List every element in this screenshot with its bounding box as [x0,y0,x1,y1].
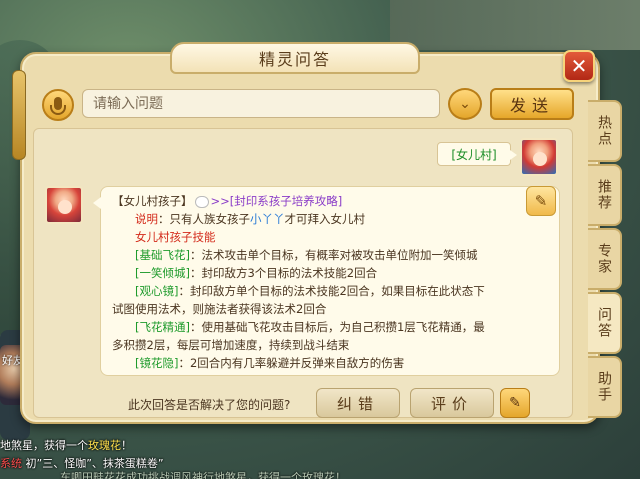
panel-title-tab: 精灵问答 [170,42,420,74]
skill-line-cont: 多积攒2层，每层可增加速度，持续到战斗结束 [112,338,350,352]
question-input[interactable] [82,89,440,118]
microphone-icon [50,96,66,115]
tab-assistant[interactable]: 助手 [588,356,622,418]
send-button[interactable]: 发送 [490,88,574,120]
guide-link[interactable]: >>[封印系孩子培养攻略] [211,194,343,208]
tab-recommend[interactable]: 推荐 [588,164,622,226]
chat-line: 地煞星，获得一个玫瑰花！ [0,439,132,452]
chat-line: 车唧田畦花花成功挑战调风神行地煞星，获得一个玫瑰花！ [60,471,346,479]
skill-line: [飞花精通]：使用基础飞花攻击目标后，为自己积攒1层飞花精通，最 [135,320,485,334]
skill-line: [基础飞花]：法术攻击单个目标，有概率对被攻击单位附加一笑倾城 [135,248,478,262]
tab-hot[interactable]: 热点 [588,100,622,162]
answer-heading: 【女儿村孩子】 >>[封印系孩子培养攻略] [112,194,343,208]
correct-error-button[interactable]: 纠错 [316,388,400,418]
chevron-down-icon: ⌄ [459,96,471,112]
rate-button[interactable]: 评价 [410,388,494,418]
panel-title: 精灵问答 [258,50,331,69]
tassel-ornament [12,70,26,160]
skill-line: [一笑倾城]：封印敌方3个目标的法术技能2回合 [135,266,378,280]
edit-button[interactable]: ✎ [500,388,530,418]
answer-note: 说明：只有人族女孩子小丫丫才可拜入女儿村 [135,212,365,226]
emoji-icon [194,195,209,208]
npc-avatar [45,186,83,224]
tab-qa[interactable]: 问答 [588,292,622,354]
tab-expert[interactable]: 专家 [588,228,622,290]
user-message-bubble: [女儿村] [437,142,517,166]
voice-input-button[interactable] [42,89,74,121]
skill-line: [镜花隐]：2回合内有几率躲避并反弹来自敌方的伤害 [135,356,405,370]
close-button[interactable]: ✕ [563,50,595,82]
skill-line: [观心镜]：封印敌方单个目标的法术技能2回合，如果目标在此状态下 [135,284,485,298]
skill-line-cont: 试图使用法术，则施法者获得该法术2回合 [112,302,327,316]
scroll-icon[interactable]: ✎ [526,186,556,216]
close-icon: ✕ [570,54,588,78]
skills-title: 女儿村孩子技能 [135,230,216,244]
edit-icon: ✎ [509,395,521,411]
history-dropdown-button[interactable]: ⌄ [448,88,482,120]
user-avatar [520,138,558,176]
feedback-question: 此次回答是否解决了您的问题? [128,398,291,412]
system-tag: 系统 [0,457,22,470]
